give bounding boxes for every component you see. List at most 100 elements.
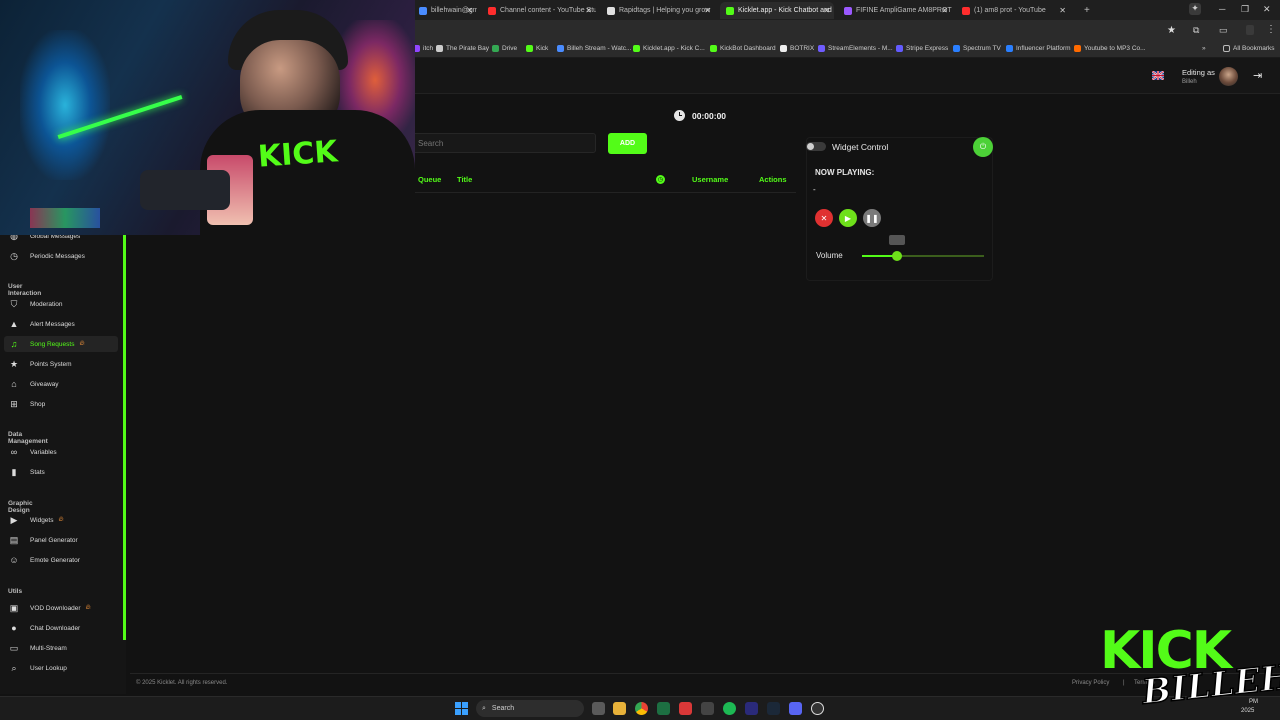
- profile-icon[interactable]: [1246, 25, 1254, 35]
- media-icon[interactable]: [811, 702, 824, 715]
- windows-start-icon[interactable]: [455, 702, 468, 715]
- music-icon: ♫: [10, 339, 18, 349]
- sidebar-item-panel-generator[interactable]: ▤ Panel Generator: [4, 532, 118, 548]
- file-explorer-icon[interactable]: [613, 702, 626, 715]
- chrome-icon[interactable]: [635, 702, 648, 715]
- bookmark-label: Billeh Stream - Watc...: [567, 45, 632, 52]
- browser-tab[interactable]: Rapidtags | Helping you grow ✕: [601, 2, 715, 19]
- minimize-icon[interactable]: ─: [1219, 4, 1225, 14]
- close-tab-icon[interactable]: ✕: [1059, 6, 1066, 15]
- smile-icon: ☺: [9, 555, 19, 565]
- bookmark-item[interactable]: itch: [413, 45, 433, 52]
- sidebar-item-song-requests[interactable]: ♫ Song Requests 🔥︎: [4, 336, 118, 352]
- steam-icon[interactable]: [767, 702, 780, 715]
- bookmark-item[interactable]: Billeh Stream - Watc...: [557, 45, 631, 52]
- cast-icon[interactable]: ▭: [1219, 25, 1228, 36]
- bookmark-label: itch: [423, 45, 434, 52]
- bookmark-item[interactable]: BOTRIX: [780, 45, 814, 52]
- bookmark-item[interactable]: StreamElements - M...: [818, 45, 893, 52]
- bookmark-label: StreamElements - M...: [828, 45, 893, 52]
- bookmark-item[interactable]: The Pirate Bay: [436, 45, 489, 52]
- bookmark-item[interactable]: Youtube to MP3 Co...: [1074, 45, 1146, 52]
- app-icon[interactable]: [679, 702, 692, 715]
- sidebar-item-chat-downloader[interactable]: ● Chat Downloader: [4, 620, 118, 636]
- browser-tab[interactable]: (1) am8 prot - YouTube ✕: [956, 2, 1070, 19]
- extensions-icon[interactable]: ⧉: [1193, 25, 1199, 36]
- sidebar-item-points-system[interactable]: ★ Points System: [4, 356, 118, 372]
- star-icon: ★: [9, 358, 19, 369]
- bookmark-item[interactable]: KickBot Dashboard: [710, 45, 776, 52]
- skip-button[interactable]: ✕: [815, 209, 833, 227]
- new-tab-button[interactable]: +: [1078, 2, 1092, 19]
- volume-slider[interactable]: [862, 235, 984, 261]
- bookmark-label: Drive: [502, 45, 518, 52]
- bookmarks-overflow-icon[interactable]: »: [1202, 45, 1206, 52]
- close-tab-icon[interactable]: ✕: [585, 6, 592, 15]
- taskbar-search[interactable]: ⌕ Search: [476, 700, 584, 717]
- browser-tab[interactable]: Kicklet.app - Kick Chatbot and ✕: [720, 2, 834, 19]
- sidebar-item-giveaway[interactable]: ⌂ Giveaway: [4, 376, 118, 392]
- task-view-icon[interactable]: [592, 702, 605, 715]
- sidebar-section-title: Data Management: [8, 431, 48, 445]
- sidebar-item-widgets[interactable]: ▶ Widgets 🔥︎: [4, 512, 118, 528]
- bookmark-item[interactable]: Kick: [526, 45, 548, 52]
- sidebar-item-emote-generator[interactable]: ☺ Emote Generator: [4, 552, 118, 568]
- actions-column-header[interactable]: Actions: [759, 175, 787, 184]
- sidebar-item-shop[interactable]: ⊞ Shop: [4, 396, 118, 412]
- sidebar-section-title: Utils: [8, 588, 23, 595]
- sidebar-item-multi-stream[interactable]: ▭ Multi-Stream: [4, 640, 118, 656]
- sidebar-item-label: Panel Generator: [30, 536, 78, 544]
- premiere-icon[interactable]: [745, 702, 758, 715]
- pause-button[interactable]: ❚❚: [863, 209, 881, 227]
- sidebar-item-stats[interactable]: ▮ Stats: [4, 464, 118, 480]
- avatar[interactable]: [1219, 67, 1238, 86]
- username-column-header[interactable]: Username: [692, 175, 728, 184]
- sidebar-item-user-lookup[interactable]: ⌕ User Lookup: [4, 660, 118, 676]
- all-bookmarks[interactable]: All Bookmarks: [1223, 45, 1275, 52]
- duration-column-icon[interactable]: ◷: [656, 175, 665, 184]
- excel-icon[interactable]: [657, 702, 670, 715]
- volume-slider-thumb[interactable]: [892, 251, 902, 261]
- close-tab-icon[interactable]: ✕: [941, 6, 948, 15]
- close-window-icon[interactable]: ✕: [1263, 4, 1271, 15]
- sidebar-item-periodic-messages[interactable]: ◷ Periodic Messages: [4, 248, 118, 264]
- sidebar-item-vod-downloader[interactable]: ▣ VOD Downloader 🔥︎: [4, 600, 118, 616]
- close-tab-icon[interactable]: ✕: [823, 6, 830, 15]
- sidebar-item-moderation[interactable]: ⛉ Moderation: [4, 296, 118, 312]
- favicon-icon: [488, 6, 496, 15]
- spotify-icon[interactable]: [723, 702, 736, 715]
- widget-control-toggle[interactable]: [806, 142, 826, 151]
- terminal-icon[interactable]: [701, 702, 714, 715]
- bookmark-item[interactable]: Drive: [492, 45, 517, 52]
- restore-icon[interactable]: ❐: [1241, 4, 1249, 15]
- kebab-menu-icon[interactable]: ⋮: [1266, 24, 1276, 35]
- discord-icon[interactable]: [789, 702, 802, 715]
- browser-tab[interactable]: FIFINE AmpliGame AM8PROT ✕: [838, 2, 952, 19]
- bookmark-item[interactable]: Influencer Platform: [1006, 45, 1071, 52]
- browser-tab[interactable]: Channel content - YouTube Stu ✕: [482, 2, 596, 19]
- logout-icon[interactable]: ⇥: [1253, 69, 1262, 82]
- browser-menu-icon[interactable]: ✦: [1189, 3, 1201, 15]
- queue-column-header[interactable]: Queue: [418, 175, 441, 184]
- favicon-icon: [818, 45, 825, 52]
- bookmark-label: Spectrum TV: [963, 45, 1001, 52]
- bookmark-item[interactable]: Spectrum TV: [953, 45, 1001, 52]
- sidebar-item-variables[interactable]: ∞ Variables: [4, 444, 118, 460]
- uk-flag-icon[interactable]: [1152, 71, 1164, 80]
- sidebar-item-alert-messages[interactable]: ▲ Alert Messages: [4, 316, 118, 332]
- bookmark-star-icon[interactable]: ★: [1167, 25, 1176, 36]
- close-tab-icon[interactable]: ✕: [704, 6, 711, 15]
- play-button[interactable]: ▶: [839, 209, 857, 227]
- title-column-header[interactable]: Title: [457, 175, 472, 184]
- link-icon: ∞: [10, 447, 18, 457]
- power-button[interactable]: ⏻: [973, 137, 993, 157]
- add-button[interactable]: ADD: [608, 133, 647, 154]
- power-icon: ⏻: [979, 142, 987, 151]
- bookmark-item[interactable]: Stripe Express: [896, 45, 948, 52]
- search-input[interactable]: [412, 133, 596, 153]
- now-playing-value: -: [813, 185, 816, 194]
- browser-tab[interactable]: billehwain@gmail✕: [413, 2, 477, 19]
- sidebar-item-label: Giveaway: [30, 380, 59, 388]
- bookmark-item[interactable]: Kicklet.app - Kick C...: [633, 45, 705, 52]
- close-tab-icon[interactable]: ✕: [466, 6, 473, 15]
